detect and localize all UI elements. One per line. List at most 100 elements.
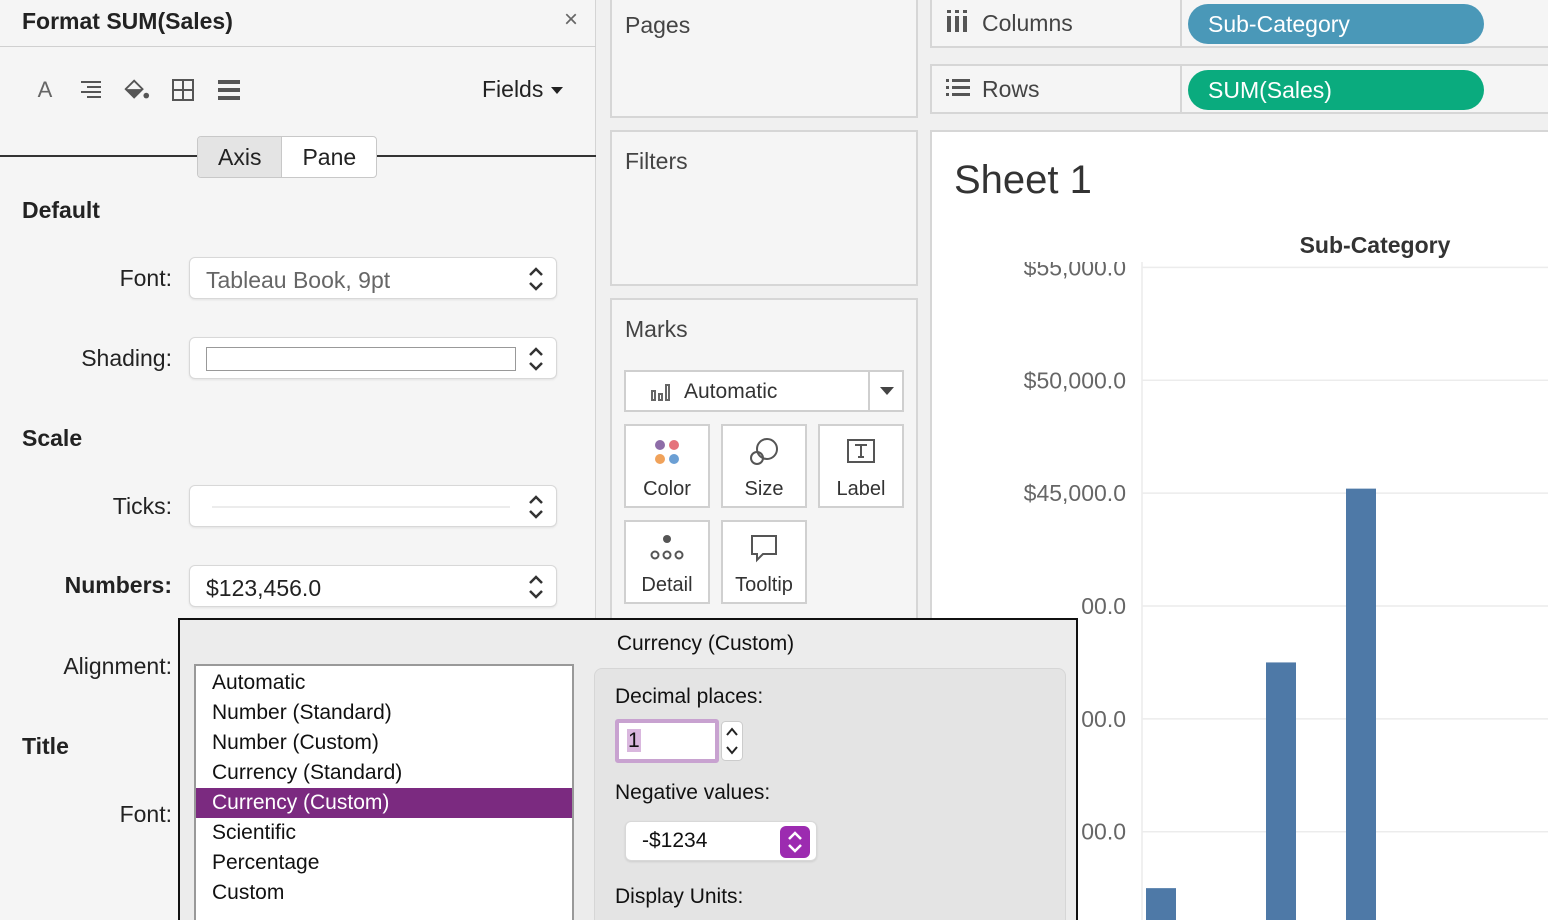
pages-shelf[interactable]: Pages <box>610 0 918 118</box>
borders-icon[interactable] <box>169 76 197 104</box>
tab-axis[interactable]: Axis <box>198 137 283 177</box>
font-value: Tableau Book, 9pt <box>206 267 391 293</box>
alignment-icon[interactable] <box>77 76 105 104</box>
dropdown-divider <box>868 372 870 410</box>
fields-dropdown[interactable]: Fields <box>482 76 564 103</box>
format-option-currency-custom[interactable]: Currency (Custom) <box>196 788 572 818</box>
filters-shelf[interactable]: Filters <box>610 130 918 286</box>
fields-label: Fields <box>482 76 544 102</box>
numbers-value: $123,456.0 <box>206 575 322 601</box>
label-label: Label <box>836 478 886 500</box>
decimal-stepper[interactable] <box>721 721 743 761</box>
pages-title: Pages <box>625 12 691 38</box>
format-list: Automatic Number (Standard) Number (Cust… <box>194 664 574 920</box>
rows-icon <box>946 79 970 96</box>
numbers-select[interactable]: $123,456.0 <box>189 565 557 607</box>
size-label: Size <box>744 478 784 500</box>
y-tick-label: $50,000.0 <box>1024 367 1126 393</box>
detail-button[interactable]: Detail <box>624 520 710 604</box>
format-option-currency-standard[interactable]: Currency (Standard) <box>196 758 572 788</box>
format-option-number-custom[interactable]: Number (Custom) <box>196 728 572 758</box>
format-option-custom[interactable]: Custom <box>196 878 572 908</box>
negative-values-label: Negative values: <box>615 781 771 804</box>
bar-chart-icon <box>651 384 670 401</box>
popup-title: Currency (Custom) <box>616 632 795 655</box>
size-button[interactable]: Size <box>721 424 807 508</box>
numbers-label: Numbers: <box>64 572 172 598</box>
y-tick-label: 00.0 <box>1081 706 1126 732</box>
format-option-percentage[interactable]: Percentage <box>196 848 572 878</box>
mark-type-select[interactable]: Automatic <box>624 370 904 412</box>
font-icon[interactable]: A <box>31 76 59 104</box>
sheet-title: Sheet 1 <box>954 158 1092 202</box>
number-format-popup: Currency (Custom) Automatic Number (Stan… <box>178 618 1078 920</box>
bar[interactable] <box>1146 888 1176 920</box>
detail-label: Detail <box>641 574 693 596</box>
tooltip-icon <box>723 530 805 566</box>
column-header: Sub-Category <box>1299 232 1451 258</box>
rows-shelf[interactable]: Rows SUM(Sales) <box>930 64 1548 114</box>
shading-select[interactable] <box>189 337 557 379</box>
updown-icon <box>529 267 543 291</box>
axis-pane-tabs: Axis Pane <box>197 136 378 178</box>
ticks-label: Ticks: <box>112 493 172 519</box>
chevron-down-icon <box>880 387 894 395</box>
detail-icon <box>626 530 708 566</box>
y-tick-label: $55,000.0 <box>1024 262 1126 280</box>
section-scale: Scale <box>22 425 83 451</box>
shading-icon[interactable] <box>122 76 150 104</box>
bar[interactable] <box>1346 488 1376 920</box>
font-glyph: A <box>37 77 53 102</box>
ticks-select[interactable] <box>189 485 557 527</box>
mark-type-value: Automatic <box>684 380 778 403</box>
label-button[interactable]: Label <box>818 424 904 508</box>
y-tick-label: 00.0 <box>1081 819 1126 845</box>
font-label: Font: <box>119 265 172 291</box>
decimal-places-value: 1 <box>627 729 641 752</box>
alignment-label: Alignment: <box>63 653 172 679</box>
close-icon[interactable]: × <box>564 6 578 34</box>
tab-pane[interactable]: Pane <box>282 137 376 177</box>
columns-label: Columns <box>982 10 1073 36</box>
ticks-preview <box>212 506 510 508</box>
format-toolbar: A Fields <box>0 60 596 120</box>
font-select[interactable]: Tableau Book, 9pt <box>189 257 557 299</box>
section-default: Default <box>22 197 100 223</box>
chevron-down-icon <box>551 87 564 95</box>
filters-title: Filters <box>625 148 688 174</box>
rows-label: Rows <box>982 76 1040 102</box>
decimal-places-label: Decimal places: <box>615 685 764 708</box>
updown-icon <box>529 495 543 519</box>
decimal-places-input[interactable]: 1 <box>615 719 719 763</box>
bar[interactable] <box>1266 662 1296 920</box>
sub-category-pill[interactable]: Sub-Category <box>1188 4 1484 44</box>
section-title: Title <box>22 733 69 759</box>
size-icon <box>723 434 805 470</box>
display-units-label: Display Units: <box>615 885 744 908</box>
color-label: Color <box>643 478 691 500</box>
title-font-label: Font: <box>119 801 172 827</box>
shading-swatch <box>206 347 516 371</box>
color-button[interactable]: Color <box>624 424 710 508</box>
format-options-panel: Decimal places: 1 Negative values: -$123… <box>594 668 1066 920</box>
shelf-divider <box>1180 0 1182 46</box>
columns-icon <box>947 10 967 32</box>
y-tick-label: $45,000.0 <box>1024 480 1126 506</box>
lines-icon[interactable] <box>215 76 243 104</box>
text-label-icon <box>820 434 902 470</box>
format-option-scientific[interactable]: Scientific <box>196 818 572 848</box>
negative-values-value: -$1234 <box>642 829 708 852</box>
updown-icon <box>529 347 543 371</box>
y-tick-label: 00.0 <box>1081 593 1126 619</box>
negative-values-select[interactable]: -$1234 <box>625 821 817 861</box>
tooltip-button[interactable]: Tooltip <box>721 520 807 604</box>
format-option-automatic[interactable]: Automatic <box>196 668 572 698</box>
updown-icon <box>529 575 543 599</box>
columns-shelf[interactable]: Columns Sub-Category <box>930 0 1548 48</box>
format-option-number-standard[interactable]: Number (Standard) <box>196 698 572 728</box>
sum-sales-pill[interactable]: SUM(Sales) <box>1188 70 1484 110</box>
tooltip-label: Tooltip <box>735 574 793 596</box>
format-pane-title: Format SUM(Sales) <box>22 8 233 34</box>
updown-icon <box>780 826 810 858</box>
shading-label: Shading: <box>81 345 172 371</box>
